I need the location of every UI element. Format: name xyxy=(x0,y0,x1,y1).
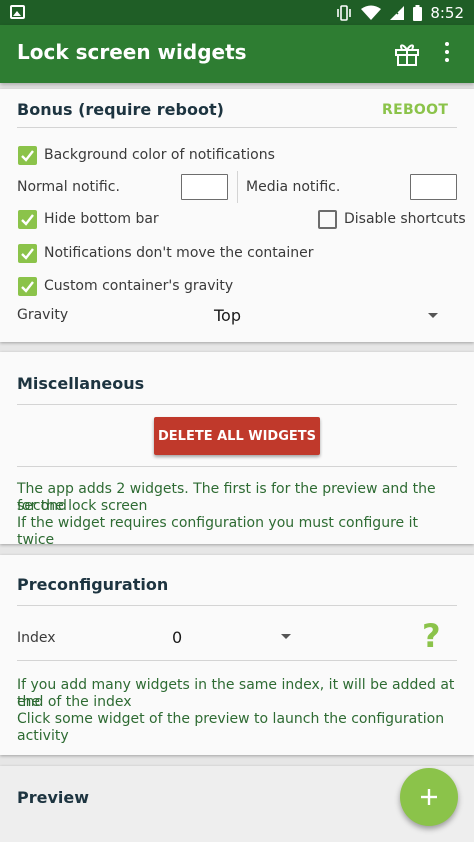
index-dropdown[interactable]: 0 xyxy=(172,628,182,647)
misc-info-line-3: If the widget requires configuration you… xyxy=(17,515,418,548)
preconfig-card: Preconfiguration Index 0 If you add many… xyxy=(0,555,474,755)
notif-container-checkbox[interactable] xyxy=(18,244,37,263)
preconfig-divider-2 xyxy=(17,660,457,661)
more-options-icon[interactable] xyxy=(443,42,451,66)
misc-divider-top xyxy=(17,404,457,405)
gift-icon[interactable] xyxy=(394,41,420,67)
preconfig-info-line-2: end of the index xyxy=(17,694,132,710)
battery-icon xyxy=(413,5,423,21)
misc-title: Miscellaneous xyxy=(17,374,145,393)
cellular-signal-icon xyxy=(390,6,405,20)
delete-all-widgets-button[interactable]: DELETE ALL WIDGETS xyxy=(154,417,320,455)
background-color-checkbox[interactable] xyxy=(18,146,37,165)
notif-container-label: Notifications don't move the container xyxy=(44,245,314,261)
disable-shortcuts-checkbox[interactable] xyxy=(318,210,337,229)
hide-bottom-bar-checkbox[interactable] xyxy=(18,210,37,229)
preconfig-title: Preconfiguration xyxy=(17,575,169,594)
reboot-button[interactable]: REBOOT xyxy=(382,102,448,118)
misc-info-line-2: for the lock screen xyxy=(17,498,148,514)
media-notific-label: Media notific. xyxy=(246,179,341,195)
normal-notific-label: Normal notific. xyxy=(17,179,120,195)
bonus-title: Bonus (require reboot) xyxy=(17,100,224,119)
preview-title: Preview xyxy=(17,788,90,807)
notific-separator xyxy=(237,171,238,203)
disable-shortcuts-label: Disable shortcuts xyxy=(344,211,466,227)
gravity-dropdown[interactable]: Top xyxy=(214,306,241,325)
preconfig-divider xyxy=(17,605,457,606)
help-question-icon[interactable]: ? xyxy=(422,617,441,655)
index-label: Index xyxy=(17,630,56,646)
gravity-dropdown-caret-icon[interactable] xyxy=(428,313,438,318)
image-notification-icon xyxy=(10,5,25,19)
status-icons: 8:52 xyxy=(335,3,464,23)
status-bar: 8:52 xyxy=(0,0,474,25)
status-time: 8:52 xyxy=(430,4,464,22)
preconfig-info-line-3: Click some widget of the preview to laun… xyxy=(17,711,445,727)
gravity-label: Gravity xyxy=(17,307,69,323)
misc-divider-bottom xyxy=(17,466,457,467)
hide-bottom-bar-label: Hide bottom bar xyxy=(44,211,159,227)
add-widget-fab[interactable] xyxy=(400,768,458,826)
app-bar: Lock screen widgets xyxy=(0,25,474,83)
bonus-divider xyxy=(17,127,457,128)
plus-icon xyxy=(421,789,437,805)
app-title: Lock screen widgets xyxy=(17,40,247,64)
normal-notific-color-box[interactable] xyxy=(181,174,228,200)
custom-gravity-label: Custom container's gravity xyxy=(44,278,234,294)
preconfig-info-line-4: activity xyxy=(17,728,69,744)
custom-gravity-checkbox[interactable] xyxy=(18,277,37,296)
index-dropdown-caret-icon[interactable] xyxy=(281,634,291,639)
vibrate-icon xyxy=(337,5,352,21)
background-color-label: Background color of notifications xyxy=(44,147,275,163)
wifi-icon xyxy=(361,5,382,20)
bonus-card: Bonus (require reboot) REBOOT Background… xyxy=(0,89,474,342)
media-notific-color-box[interactable] xyxy=(410,174,457,200)
